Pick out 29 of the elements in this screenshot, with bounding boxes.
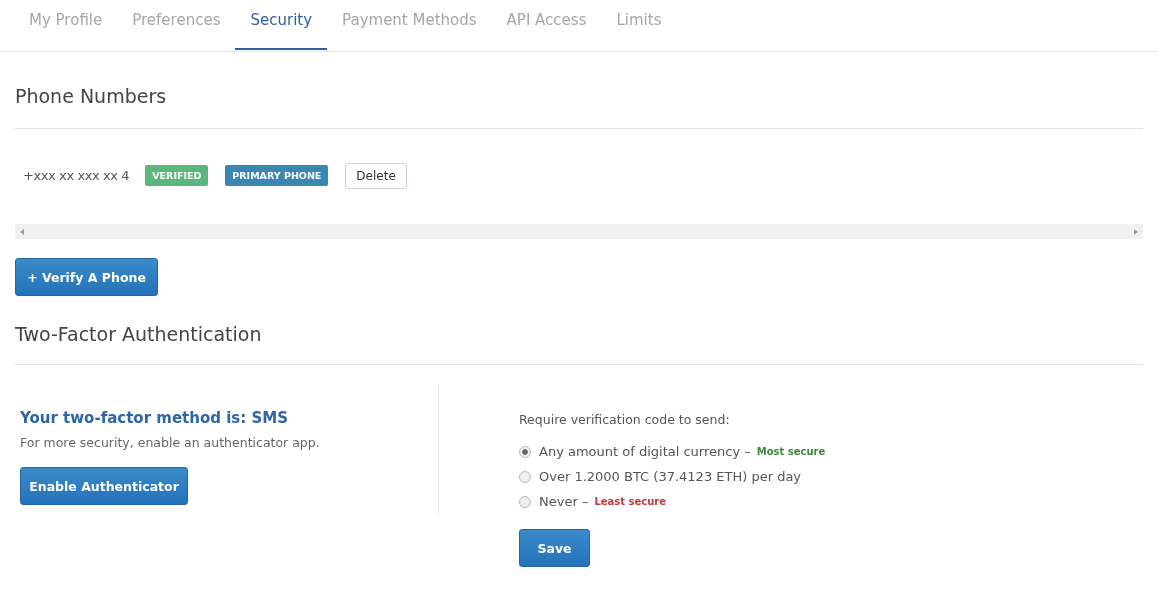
save-button[interactable]: Save — [519, 529, 590, 567]
delete-button[interactable]: Delete — [345, 162, 407, 189]
radio-button[interactable] — [519, 445, 531, 458]
scroll-left-icon[interactable] — [20, 228, 24, 235]
scroll-right-icon[interactable] — [1134, 228, 1138, 235]
security-note: Most secure — [756, 446, 826, 457]
security-note: Least secure — [594, 496, 667, 507]
radio-button[interactable] — [519, 470, 531, 483]
two-factor-method: Your two-factor method is: SMS — [20, 409, 290, 427]
hint-text: For more security, enable an authenticator app. — [20, 435, 321, 450]
status-badge: VERIFIED — [145, 165, 209, 186]
tab[interactable]: API Access — [491, 0, 602, 50]
status-badge: PRIMARY PHONE — [225, 165, 329, 186]
horizontal-scrollbar[interactable] — [15, 224, 1143, 239]
phone-number: +xxx xx xxx xx 4 — [23, 168, 130, 183]
tab[interactable]: My Profile — [14, 0, 118, 50]
radio-button[interactable] — [519, 495, 531, 508]
options-label: Require verification code to send: — [519, 412, 731, 427]
enable-authenticator-button[interactable]: Enable Authenticator — [20, 467, 188, 505]
tab[interactable]: Preferences — [117, 0, 236, 50]
section-heading: Two-Factor Authentication — [15, 322, 263, 347]
tab[interactable]: Payment Methods — [327, 0, 492, 50]
tab[interactable]: Security — [235, 0, 328, 50]
verify-phone-button[interactable]: + Verify A Phone — [15, 258, 158, 296]
section-heading: Phone Numbers — [15, 84, 168, 109]
option-label: Over 1.2000 BTC (37.4123 ETH) per day — [539, 469, 802, 484]
option-label: Never – — [539, 494, 589, 509]
option-label: Any amount of digital currency – — [539, 444, 751, 459]
tab[interactable]: Limits — [601, 0, 677, 50]
